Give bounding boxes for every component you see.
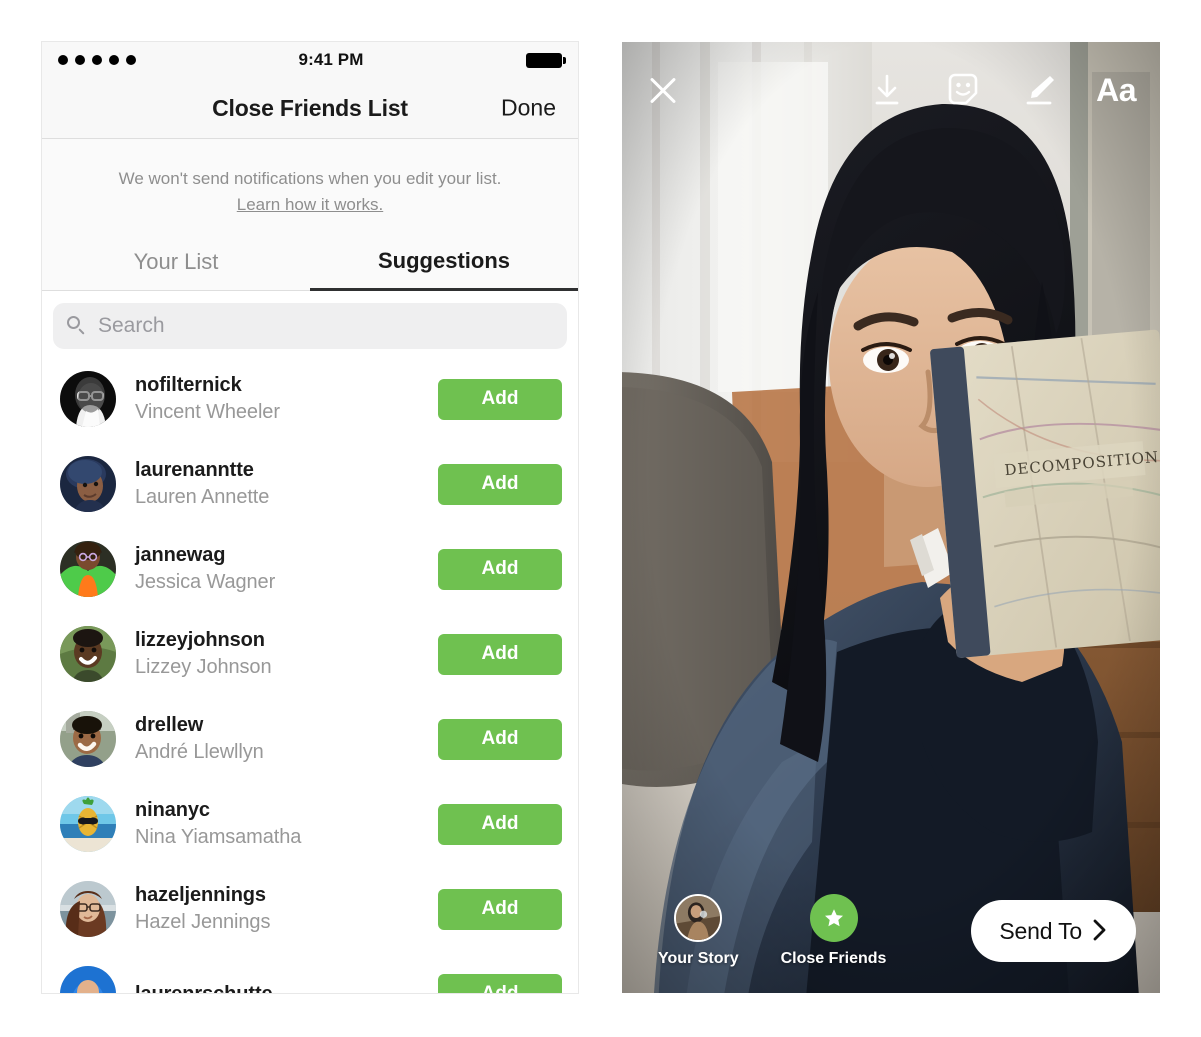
story-share-screen: DECOMPOSITION BOOK [622,42,1160,993]
marker-pen-icon[interactable] [1020,71,1058,109]
list-item[interactable]: hazeljennings Hazel Jennings Add [42,867,578,952]
avatar[interactable] [60,456,116,513]
tab-bar: Your List Suggestions [42,234,578,291]
avatar[interactable] [60,626,116,683]
avatar[interactable] [60,711,116,768]
text-tool-icon[interactable]: Aa [1096,71,1136,109]
close-icon[interactable] [646,73,680,107]
tab-your-list[interactable]: Your List [42,235,310,291]
search-box[interactable] [53,302,567,349]
user-names: hazeljennings Hazel Jennings [135,882,438,936]
add-button[interactable]: Add [438,888,562,930]
list-item[interactable]: ninanyc Nina Yiamsamatha Add [42,782,578,867]
status-time: 9:41 PM [298,50,364,69]
user-names: drellew André Llewllyn [135,712,438,766]
add-button[interactable]: Add [438,633,562,675]
full-name: Jessica Wagner [135,571,276,594]
send-to-label: Send To [999,917,1082,944]
list-item[interactable]: drellew André Llewllyn Add [42,697,578,782]
add-button[interactable]: Add [438,973,562,993]
list-item[interactable]: nofilternick Vincent Wheeler Add [42,357,578,442]
share-target-close-friends[interactable]: Close Friends [780,894,887,968]
learn-how-it-works-link[interactable]: Learn how it works. [72,195,548,215]
signal-strength-icon [58,55,136,65]
notice-text: We won't send notifications when you edi… [118,169,502,188]
full-name: Lizzey Johnson [135,656,272,679]
add-button[interactable]: Add [438,718,562,760]
username: laurenrschutte [135,981,438,993]
story-share-bar: Your Story Close Friends Send To [622,883,1160,993]
avatar[interactable] [60,966,116,993]
navigation-bar: Close Friends List Done [42,78,578,139]
username: lizzeyjohnson [135,629,265,652]
username: laurenanntte [135,459,254,482]
share-label-your-story: Your Story [658,950,739,967]
search-icon [67,316,86,335]
full-name: Hazel Jennings [135,911,271,934]
full-name: André Llewllyn [135,741,264,764]
user-names: laurenanntte Lauren Annette [135,457,438,511]
add-button[interactable]: Add [438,803,562,845]
story-toolbar: Aa [622,42,1160,138]
status-bar: 9:41 PM [42,42,578,78]
add-button[interactable]: Add [438,463,562,505]
battery-full-icon [525,52,566,68]
list-item[interactable]: lizzeyjohnson Lizzey Johnson Add [42,612,578,697]
avatar [674,894,723,942]
add-button[interactable]: Add [438,548,562,590]
username: nofilternick [135,374,242,397]
search-container [42,290,578,357]
send-to-button[interactable]: Send To [971,900,1136,962]
user-names: lizzeyjohnson Lizzey Johnson [135,627,438,681]
search-input[interactable] [96,312,553,339]
username: hazeljennings [135,884,266,907]
share-target-your-story[interactable]: Your Story [658,894,739,968]
list-item[interactable]: jannewag Jessica Wagner Add [42,527,578,612]
avatar[interactable] [60,881,116,938]
username: jannewag [135,544,226,567]
avatar[interactable] [60,371,116,428]
share-label-close-friends: Close Friends [780,950,887,967]
close-friends-star-icon [809,894,858,942]
done-button[interactable]: Done [501,95,556,122]
avatar[interactable] [60,541,116,598]
suggestion-list: nofilternick Vincent Wheeler Add laurenannt… [42,356,578,993]
story-photo: DECOMPOSITION BOOK [622,42,1160,993]
user-names: laurenrschutte [135,981,438,993]
sticker-face-icon[interactable] [944,71,982,109]
edit-notice: We won't send notifications when you edi… [42,139,578,235]
avatar[interactable] [60,796,116,853]
download-icon[interactable] [868,71,906,109]
add-button[interactable]: Add [438,378,562,420]
user-names: jannewag Jessica Wagner [135,542,438,596]
page-title: Close Friends List [212,94,408,121]
user-names: nofilternick Vincent Wheeler [135,372,438,426]
list-item[interactable]: laurenanntte Lauren Annette Add [42,442,578,527]
close-friends-list-screen: 9:41 PM Close Friends List Done We won't… [42,42,578,993]
full-name: Lauren Annette [135,486,270,509]
username: drellew [135,714,204,737]
full-name: Vincent Wheeler [135,401,280,424]
chevron-right-icon [1092,918,1108,945]
full-name: Nina Yiamsamatha [135,826,302,849]
username: ninanyc [135,799,210,822]
list-item[interactable]: laurenrschutteAdd [42,952,578,993]
tab-suggestions[interactable]: Suggestions [310,235,578,291]
user-names: ninanyc Nina Yiamsamatha [135,797,438,851]
